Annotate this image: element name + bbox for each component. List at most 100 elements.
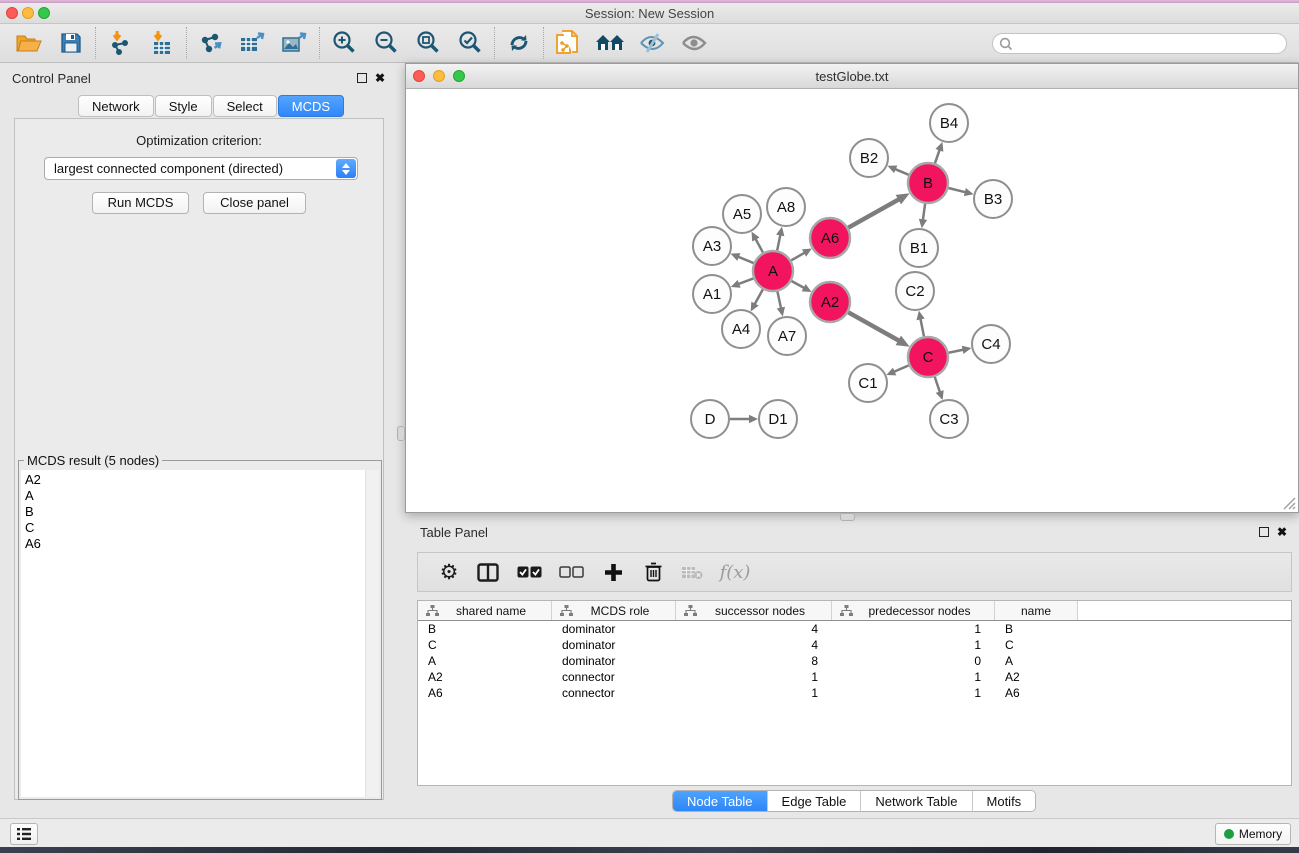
zoom-fit-button[interactable] <box>407 26 449 60</box>
graph-edge-B-B1[interactable] <box>923 204 925 220</box>
close-panel-button[interactable]: Close panel <box>203 192 306 214</box>
graph-edge-A-A8[interactable] <box>777 234 780 250</box>
table-panel-float-button[interactable] <box>1259 527 1269 537</box>
graph-edge-A6-B[interactable] <box>848 199 899 228</box>
search-input[interactable] <box>992 33 1287 54</box>
column-header-MCDS-role[interactable]: MCDS role <box>552 601 676 620</box>
graph-edge-A-A6[interactable] <box>791 253 805 261</box>
table-cell: 1 <box>676 670 832 684</box>
graph-edge-C-C4[interactable] <box>949 350 964 353</box>
network-close-button[interactable] <box>413 70 425 82</box>
table-panel-close-button[interactable]: ✖ <box>1277 526 1287 538</box>
table-header-row: shared nameMCDS rolesuccessor nodesprede… <box>418 601 1291 621</box>
result-item[interactable]: A6 <box>25 536 365 552</box>
mcds-result-list[interactable]: A2ABCA6 <box>21 470 366 797</box>
graph-edge-A-A4[interactable] <box>755 289 763 304</box>
export-network-button[interactable] <box>190 26 232 60</box>
result-item[interactable]: A2 <box>25 472 365 488</box>
window-resize-grip[interactable] <box>1282 496 1296 510</box>
export-image-button[interactable] <box>274 26 316 60</box>
result-item[interactable]: A <box>25 488 365 504</box>
control-panel-close-button[interactable]: ✖ <box>375 72 385 84</box>
control-panel-float-button[interactable] <box>357 73 367 83</box>
tab-edge-table[interactable]: Edge Table <box>768 791 862 811</box>
graph-edge-C-C3[interactable] <box>935 377 940 393</box>
import-table-button[interactable] <box>141 26 183 60</box>
result-list-scrollbar[interactable] <box>366 470 379 797</box>
column-header-shared-name[interactable]: shared name <box>418 601 552 620</box>
show-columns-button[interactable] <box>468 557 508 587</box>
network-zoom-button[interactable] <box>453 70 465 82</box>
graph-edge-B-B2[interactable] <box>895 169 909 175</box>
close-window-button[interactable] <box>6 7 18 19</box>
zoom-window-button[interactable] <box>38 7 50 19</box>
mcds-result-box: MCDS result (5 nodes) A2ABCA6 <box>18 460 382 800</box>
graph-edge-A-A1[interactable] <box>738 278 753 284</box>
network-minimize-button[interactable] <box>433 70 445 82</box>
graph-edge-A-A3[interactable] <box>738 257 754 263</box>
memory-button[interactable]: Memory <box>1215 823 1291 845</box>
column-header-successor-nodes[interactable]: successor nodes <box>676 601 832 620</box>
function-builder-button[interactable]: f(x) <box>712 557 758 587</box>
zoom-out-button[interactable] <box>365 26 407 60</box>
result-item[interactable]: C <box>25 520 365 536</box>
open-session-button[interactable] <box>8 26 50 60</box>
column-header-predecessor-nodes[interactable]: predecessor nodes <box>832 601 995 620</box>
export-image-icon <box>281 30 309 56</box>
vertical-splitter-handle[interactable] <box>397 426 405 441</box>
column-header-label: name <box>1021 604 1059 618</box>
tab-node-table[interactable]: Node Table <box>673 791 768 811</box>
tab-network-table[interactable]: Network Table <box>861 791 972 811</box>
select-all-columns-button[interactable] <box>508 557 550 587</box>
network-canvas-area: AA1A2A3A4A5A6A7A8BB1B2B3B4CC1C2C3C4DD1 <box>406 90 1298 512</box>
table-row[interactable]: Adominator80A <box>418 653 1291 669</box>
table-cell: 1 <box>832 670 995 684</box>
table-row[interactable]: A6connector11A6 <box>418 685 1291 701</box>
table-cell: 4 <box>676 638 832 652</box>
result-item[interactable]: B <box>25 504 365 520</box>
hide-selected-button[interactable] <box>631 26 673 60</box>
tab-style[interactable]: Style <box>155 95 212 117</box>
zoom-selected-button[interactable] <box>449 26 491 60</box>
tab-select[interactable]: Select <box>213 95 277 117</box>
table-row[interactable]: A2connector11A2 <box>418 669 1291 685</box>
column-header-name[interactable]: name <box>995 601 1078 620</box>
network-graph[interactable]: AA1A2A3A4A5A6A7A8BB1B2B3B4CC1C2C3C4DD1 <box>406 90 1298 513</box>
tab-mcds[interactable]: MCDS <box>278 95 344 117</box>
graph-edge-B-B3[interactable] <box>948 188 965 192</box>
table-row[interactable]: Cdominator41C <box>418 637 1291 653</box>
new-network-from-selection-button[interactable] <box>547 26 589 60</box>
run-mcds-button[interactable]: Run MCDS <box>92 192 189 214</box>
graph-edge-A-A2[interactable] <box>791 281 804 288</box>
table-settings-button[interactable]: ⚙ <box>430 557 468 587</box>
node-label-B1: B1 <box>910 240 928 257</box>
table-cell: connector <box>552 670 676 684</box>
graph-edge-A-A7[interactable] <box>777 292 781 309</box>
graph-edge-A2-C[interactable] <box>848 312 899 341</box>
table-cell: A6 <box>995 686 1078 700</box>
tab-motifs[interactable]: Motifs <box>973 791 1036 811</box>
task-history-button[interactable] <box>10 823 38 845</box>
main-toolbar <box>0 24 1299 63</box>
delete-table-button[interactable] <box>672 557 712 587</box>
optimization-criterion-select[interactable]: largest connected component (directed) <box>44 157 358 180</box>
export-table-button[interactable] <box>232 26 274 60</box>
create-column-button[interactable] <box>592 557 634 587</box>
first-neighbors-button[interactable] <box>589 26 631 60</box>
table-row[interactable]: Bdominator41B <box>418 621 1291 637</box>
graph-edge-C-C2[interactable] <box>920 318 924 336</box>
apply-layout-button[interactable] <box>498 26 540 60</box>
tab-network[interactable]: Network <box>78 95 154 117</box>
deselect-all-columns-button[interactable] <box>550 557 592 587</box>
zoom-in-button[interactable] <box>323 26 365 60</box>
save-session-button[interactable] <box>50 26 92 60</box>
horizontal-splitter-handle[interactable] <box>840 513 855 521</box>
import-network-button[interactable] <box>99 26 141 60</box>
graph-edge-C-C1[interactable] <box>894 365 909 372</box>
show-all-button[interactable] <box>673 26 715 60</box>
minimize-window-button[interactable] <box>22 7 34 19</box>
delete-column-button[interactable] <box>634 557 672 587</box>
graph-edge-B-B4[interactable] <box>935 149 940 163</box>
network-window-titlebar[interactable]: testGlobe.txt <box>406 64 1298 89</box>
graph-edge-A-A5[interactable] <box>755 239 763 253</box>
